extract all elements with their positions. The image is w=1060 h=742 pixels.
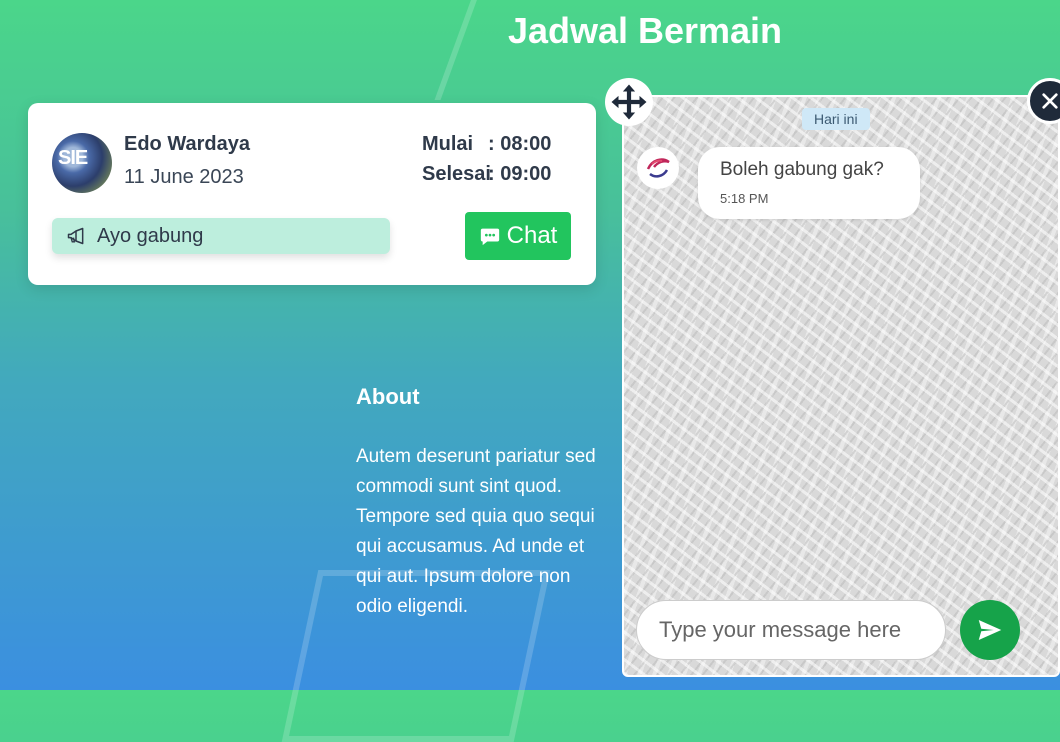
chat-avatar xyxy=(637,147,679,189)
send-button[interactable] xyxy=(960,600,1020,660)
start-time-label: Mulai xyxy=(422,133,474,155)
chat-button-label: Chat xyxy=(506,222,558,249)
start-time: Mulai : 08:00 xyxy=(422,133,551,156)
megaphone-icon xyxy=(67,227,84,245)
end-time-label: Selesai xyxy=(422,163,491,185)
schedule-card: SIE Edo Wardaya 11 June 2023 Mulai : 08:0… xyxy=(28,103,596,285)
about-heading: About xyxy=(356,384,420,409)
chat-bubble-icon xyxy=(480,228,499,246)
move-icon xyxy=(611,84,647,120)
message-input[interactable] xyxy=(636,600,946,660)
end-time-value: : 09:00 xyxy=(488,163,552,185)
chat-button[interactable]: Chat xyxy=(465,212,571,260)
page-title: Jadwal Bermain xyxy=(507,10,783,51)
about-text: Autem deserunt pariatur sed commodi sunt… xyxy=(356,446,596,617)
chat-panel: Hari ini Boleh gabung gak? 5:18 PM xyxy=(622,95,1060,677)
message-time: 5:18 PM xyxy=(720,191,769,206)
end-time: Selesai: 09:00 xyxy=(422,163,551,186)
avatar[interactable]: SIE xyxy=(52,133,112,193)
user-name: Edo Wardaya xyxy=(124,133,250,155)
date-chip: Hari ini xyxy=(802,108,870,130)
status-badge-label: Ayo gabung xyxy=(97,224,204,247)
start-time-value: : 08:00 xyxy=(488,133,552,155)
send-icon xyxy=(978,620,1002,640)
move-handle[interactable] xyxy=(605,78,653,126)
schedule-date: 11 June 2023 xyxy=(124,166,244,188)
close-icon xyxy=(1042,93,1058,109)
avatar-text: SIE xyxy=(58,147,88,169)
status-badge: Ayo gabung xyxy=(52,218,390,254)
message-bubble: Boleh gabung gak? 5:18 PM xyxy=(698,147,920,219)
message-text: Boleh gabung gak? xyxy=(720,159,884,180)
logo-icon xyxy=(646,158,670,178)
